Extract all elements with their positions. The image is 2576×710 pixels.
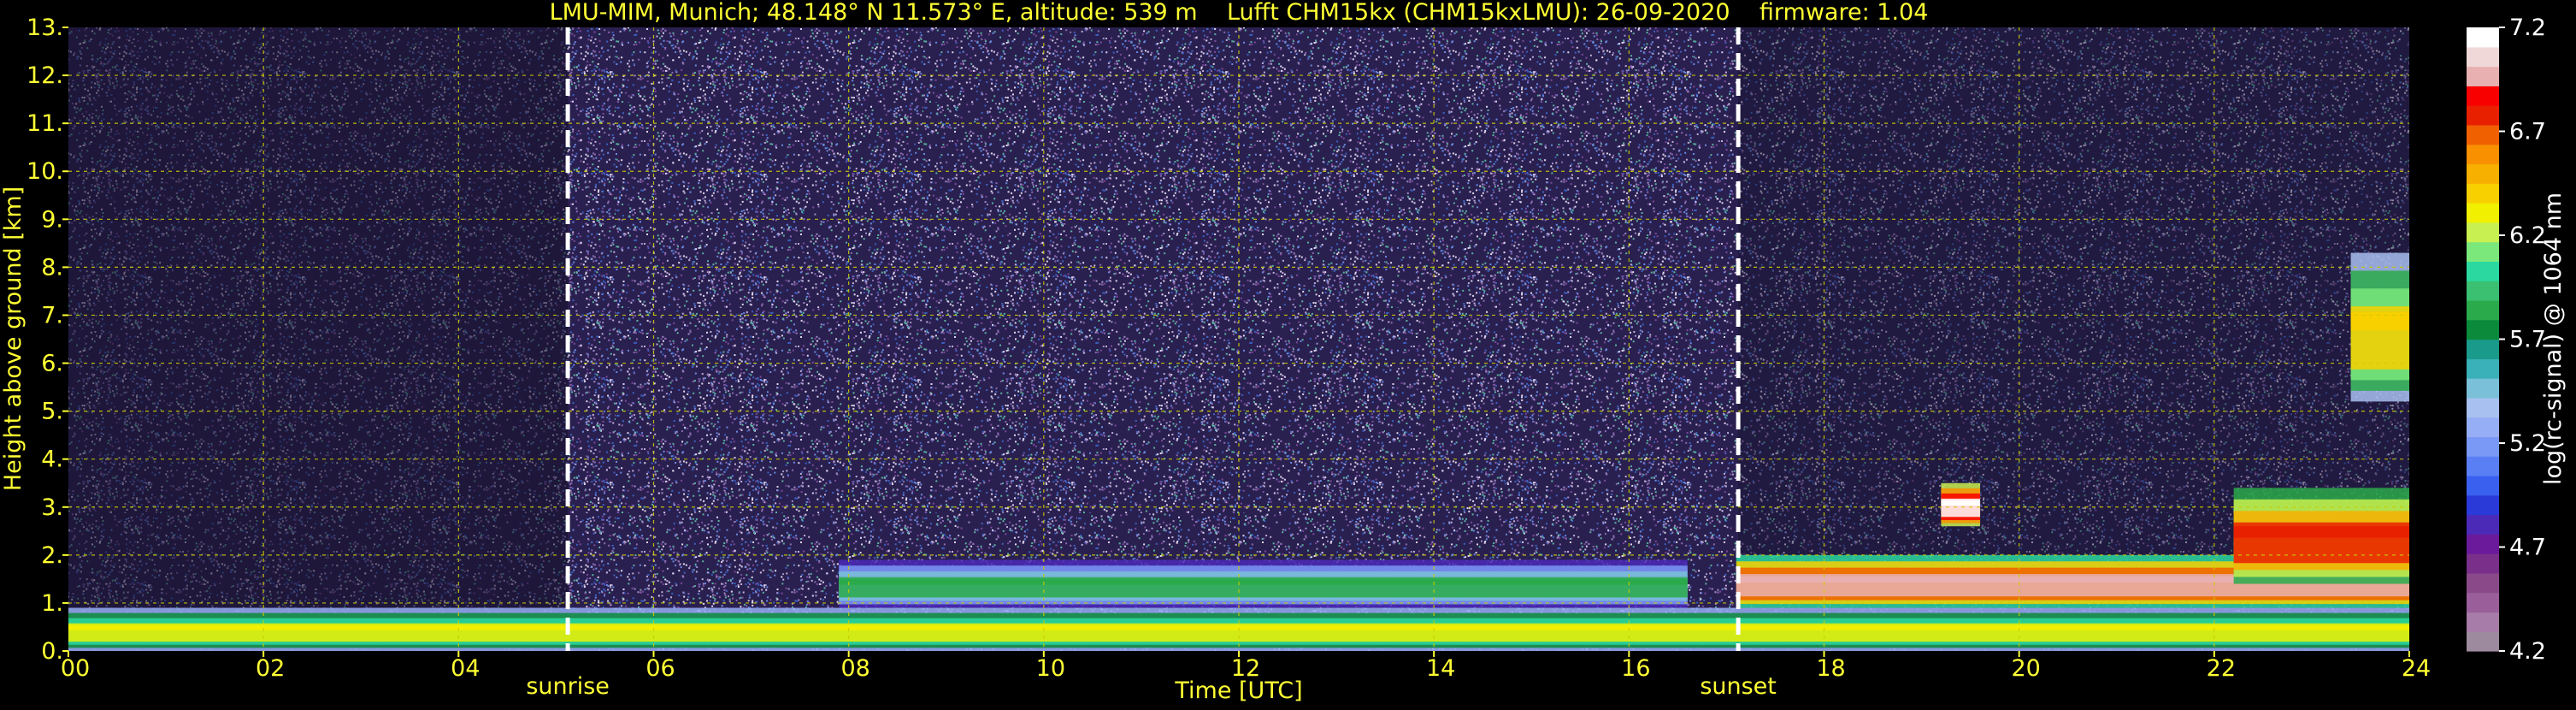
sunset-label: sunset — [1700, 673, 1777, 700]
colorbar-label: log(rc-signal) @ 1064 nm — [2540, 192, 2567, 485]
x-tick-label: 22 — [2207, 655, 2236, 682]
colorbar-swatch — [2467, 163, 2499, 184]
y-tick-label: 5. — [41, 399, 63, 425]
colorbar-swatch — [2467, 261, 2499, 281]
colorbar-swatch — [2467, 475, 2499, 496]
y-tick-label: 9. — [41, 206, 63, 233]
x-tick-label: 20 — [2011, 655, 2040, 682]
colorbar-swatch — [2467, 553, 2499, 574]
colorbar-swatch — [2467, 86, 2499, 106]
colorbar-tick-label: 4.7 — [2509, 535, 2546, 561]
colorbar-swatch — [2467, 339, 2499, 359]
y-tick-label: 8. — [41, 254, 63, 281]
colorbar-swatch — [2467, 514, 2499, 535]
y-tick-label: 0. — [41, 638, 63, 665]
colorbar-tick-label: 6.7 — [2509, 119, 2546, 145]
x-tick-label: 02 — [256, 655, 285, 682]
x-tick-label: 04 — [451, 655, 480, 682]
x-tick-label: 24 — [2402, 655, 2431, 682]
colorbar-swatch — [2467, 572, 2499, 594]
y-axis-label: Height above ground [km] — [0, 186, 27, 491]
y-tick-label: 6. — [41, 351, 63, 377]
colorbar-swatch — [2467, 46, 2499, 68]
y-tick-label: 2. — [41, 542, 63, 569]
colorbar-swatch — [2467, 534, 2499, 554]
colorbar-swatch — [2467, 417, 2499, 438]
y-tick-label: 10. — [27, 158, 63, 185]
colorbar-swatch — [2467, 612, 2499, 632]
y-tick-label: 13. — [27, 15, 63, 41]
colorbar-tick-label: 4.2 — [2509, 638, 2546, 665]
ceilometer-figure: sunrise sunset 00 02 04 06 08 10 12 14 16 18 20 22 24… — [0, 0, 2576, 707]
colorbar-swatch — [2467, 124, 2499, 145]
colorbar-swatch — [2467, 27, 2499, 48]
daytime-noise-region — [568, 27, 1739, 651]
x-tick-label: 16 — [1621, 655, 1650, 682]
signal-feature — [2350, 252, 2409, 402]
colorbar-gradient — [2467, 27, 2499, 652]
colorbar-swatch — [2467, 319, 2499, 340]
chart-svg: sunrise sunset 00 02 04 06 08 10 12 14 16 18 20 22 24… — [0, 0, 2567, 704]
x-tick-label: 00 — [61, 655, 90, 682]
colorbar: 4.24.75.25.76.26.77.2 log(rc-signal) @ 1… — [2467, 15, 2567, 665]
colorbar-swatch — [2467, 222, 2499, 243]
colorbar-swatch — [2467, 378, 2499, 399]
colorbar-swatch — [2467, 397, 2499, 418]
signal-feature — [2233, 488, 2409, 584]
colorbar-swatch — [2467, 456, 2499, 476]
chart-title: LMU-MIM, Munich; 48.148° N 11.573° E, al… — [550, 0, 1929, 26]
colorbar-swatch — [2467, 203, 2499, 223]
y-axis: 0. 1. 2. 3. 4. 5. 6. 7. 8. 9. 10. 11. 12. 13. — [27, 15, 68, 665]
sunrise-label: sunrise — [526, 673, 610, 700]
colorbar-swatch — [2467, 105, 2499, 126]
colorbar-swatch — [2467, 299, 2499, 321]
colorbar-swatch — [2467, 144, 2499, 165]
x-tick-label: 08 — [840, 655, 869, 682]
y-tick-label: 12. — [27, 62, 63, 89]
y-tick-label: 4. — [41, 447, 63, 473]
night-noise-region — [68, 27, 569, 651]
plot-area: sunrise sunset — [68, 27, 2409, 700]
colorbar-tick-label: 7.2 — [2509, 15, 2546, 41]
colorbar-swatch — [2467, 436, 2499, 457]
x-tick-label: 06 — [645, 655, 675, 682]
colorbar-swatch — [2467, 631, 2499, 652]
colorbar-swatch — [2467, 592, 2499, 613]
colorbar-swatch — [2467, 183, 2499, 204]
y-tick-label: 7. — [41, 302, 63, 328]
signal-feature — [839, 559, 1688, 608]
colorbar-swatch — [2467, 281, 2499, 301]
y-tick-label: 1. — [41, 590, 63, 617]
signal-feature — [1941, 482, 1981, 527]
colorbar-swatch — [2467, 66, 2499, 86]
y-tick-label: 3. — [41, 494, 63, 521]
colorbar-swatch — [2467, 241, 2499, 262]
x-axis-label: Time [UTC] — [1174, 677, 1302, 704]
x-tick-label: 18 — [1816, 655, 1845, 682]
x-tick-label: 10 — [1036, 655, 1065, 682]
x-tick-label: 14 — [1426, 655, 1455, 682]
y-tick-label: 11. — [27, 110, 63, 137]
colorbar-ticks: 4.24.75.25.76.26.77.2 — [2499, 15, 2546, 665]
colorbar-swatch — [2467, 358, 2499, 379]
colorbar-swatch — [2467, 494, 2499, 516]
